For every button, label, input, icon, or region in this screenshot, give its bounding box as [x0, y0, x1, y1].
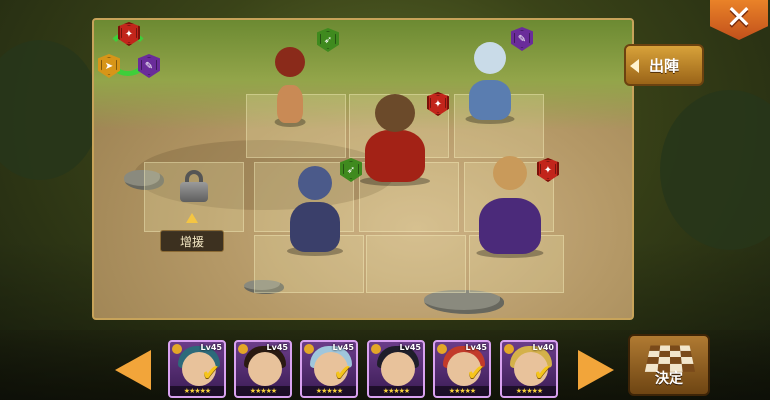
hero-body [469, 80, 511, 120]
hero-archer-girl[interactable] [268, 45, 312, 127]
hero-portrait[interactable]: Lv45 ★★★★★ [234, 340, 292, 398]
class-icon [371, 344, 381, 354]
class-icon [238, 344, 248, 354]
hero-head [298, 166, 332, 200]
portrait-face [381, 352, 415, 386]
hero-stars: ★★★★★ [302, 386, 356, 396]
hero-level: Lv45 [465, 343, 487, 352]
intellect-class-icon: ✎ [138, 54, 160, 78]
hero-stars: ★★★★★ [369, 386, 423, 396]
hero-body [277, 85, 303, 123]
arrow-left-icon [630, 59, 639, 73]
lock-icon [180, 170, 208, 202]
hero-head [275, 47, 305, 77]
selected-check-icon: ✔ [201, 361, 220, 386]
hero-head [375, 94, 415, 132]
portrait-face [248, 352, 282, 386]
hero-level: Lv45 [200, 343, 222, 352]
deploy-label: 出陣 [648, 56, 679, 75]
class-icon [304, 344, 314, 354]
hero-level: Lv40 [532, 343, 554, 352]
confirm-label: 決定 [655, 371, 683, 387]
selected-check-icon: ✔ [333, 361, 352, 386]
hero-level: Lv45 [266, 343, 288, 352]
class-icon [504, 344, 514, 354]
hero-portrait[interactable]: Lv45 ★★★★★ [367, 340, 425, 398]
hero-head [493, 156, 527, 190]
hero-stars: ★★★★★ [502, 386, 556, 396]
hero-head [474, 42, 506, 74]
reinforce-button[interactable]: 增援 [160, 230, 224, 252]
formation-rotate-widget[interactable]: ✦ ➤ ✎ [96, 22, 162, 84]
class-icon [437, 344, 447, 354]
roster-next-arrow-icon[interactable] [578, 350, 614, 390]
roster-prev-arrow-icon[interactable] [115, 350, 151, 390]
rock [424, 290, 504, 314]
hero-stars: ★★★★★ [170, 386, 224, 396]
hero-level: Lv45 [332, 343, 354, 352]
formation-cell[interactable] [366, 235, 466, 293]
hero-body [365, 130, 425, 182]
confirm-button[interactable]: 決定 [628, 334, 710, 396]
hero-portrait[interactable]: Lv45 ★★★★★ ✔ [168, 340, 226, 398]
selected-check-icon: ✔ [533, 361, 552, 386]
hero-silver-knight[interactable] [455, 40, 525, 124]
hero-portrait[interactable]: Lv45 ★★★★★ ✔ [433, 340, 491, 398]
hero-body [479, 198, 541, 254]
class-icon [172, 344, 182, 354]
hero-body [290, 202, 340, 252]
up-arrow-icon [186, 213, 198, 223]
selected-check-icon: ✔ [466, 361, 485, 386]
agility-class-icon: ➤ [98, 54, 120, 78]
hero-stars: ★★★★★ [236, 386, 290, 396]
hero-portrait[interactable]: Lv45 ★★★★★ ✔ [300, 340, 358, 398]
hero-stars: ★★★★★ [435, 386, 489, 396]
deploy-button[interactable]: 出陣 [624, 44, 704, 86]
hero-level: Lv45 [399, 343, 421, 352]
hero-portrait[interactable]: Lv40 ★★★★★ ✔ [500, 340, 558, 398]
